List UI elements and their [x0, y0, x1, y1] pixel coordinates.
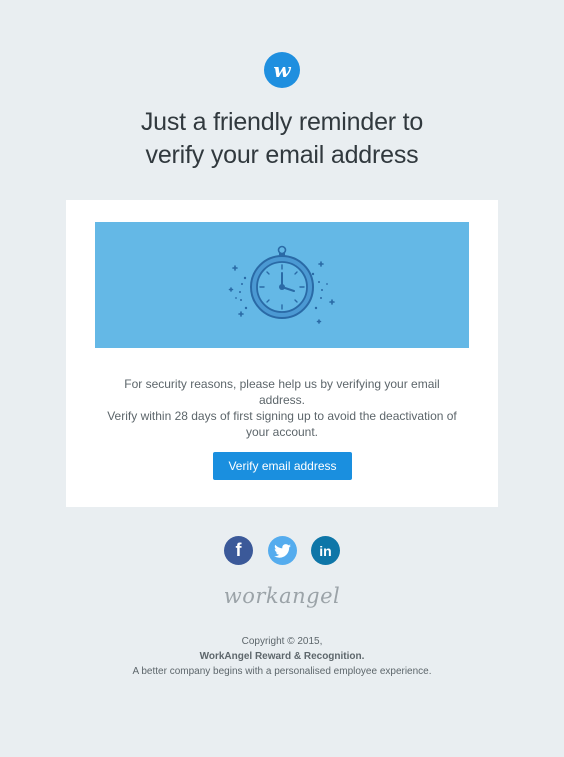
body-line-2: Verify within 28 days of first signing u…: [107, 409, 457, 423]
footer: Copyright © 2015, WorkAngel Reward & Rec…: [0, 634, 564, 679]
title-line-2: verify your email address: [145, 141, 419, 169]
body-text: For security reasons, please help us by …: [106, 376, 458, 440]
twitter-icon[interactable]: [268, 536, 297, 565]
body-line-1: For security reasons, please help us by …: [124, 377, 440, 407]
page-title: Just a friendly reminder to verify your …: [0, 106, 564, 172]
copyright-text: Copyright © 2015,: [241, 636, 323, 647]
workangel-wordmark: workangel: [223, 584, 341, 608]
stopwatch-icon: [228, 245, 335, 324]
tagline: A better company begins with a personali…: [132, 666, 432, 677]
twitter-bird-icon: [274, 543, 291, 558]
linkedin-glyph: in: [319, 542, 332, 559]
logo-letter: w: [273, 58, 291, 82]
hero-banner: [95, 222, 469, 348]
workangel-logo-icon: w: [264, 52, 300, 88]
linkedin-icon[interactable]: in: [311, 536, 340, 565]
title-line-1: Just a friendly reminder to: [140, 108, 424, 136]
company-name: WorkAngel Reward & Recognition.: [199, 651, 365, 662]
email-page: w Just a friendly reminder to verify you…: [0, 0, 564, 757]
facebook-icon[interactable]: f: [224, 536, 253, 565]
facebook-glyph: f: [235, 540, 242, 560]
verify-email-button[interactable]: Verify email address: [213, 452, 352, 480]
message-card: For security reasons, please help us by …: [66, 200, 498, 507]
body-line-3: your account.: [245, 425, 319, 439]
